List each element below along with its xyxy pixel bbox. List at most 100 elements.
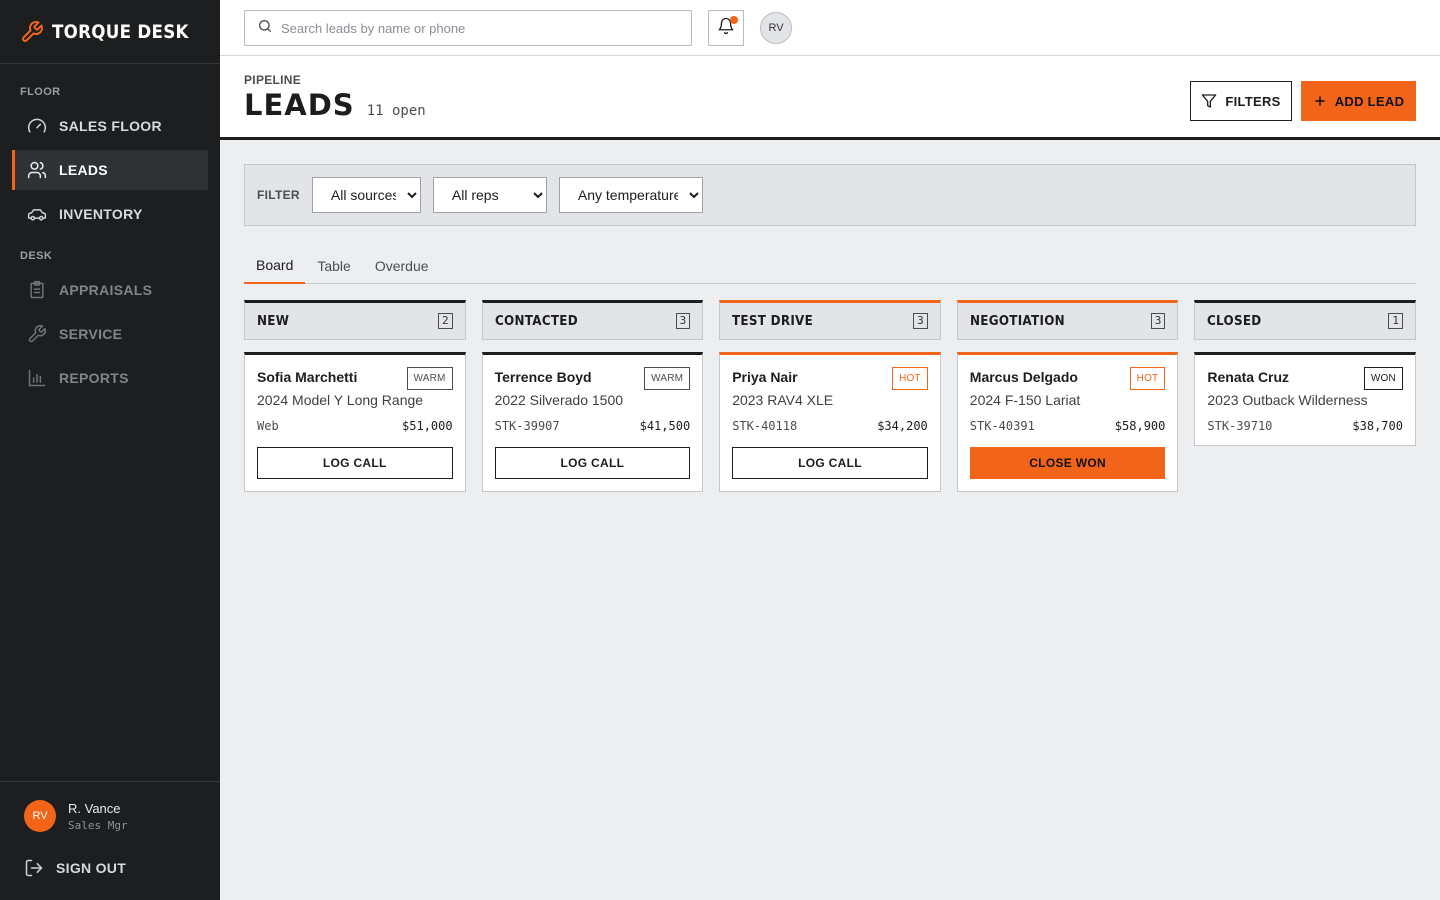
search-icon xyxy=(257,18,273,39)
pipeline-board: NEW 2 Sofia Marchetti WARM 2024 Model Y … xyxy=(244,300,1416,492)
lead-card[interactable]: Sofia Marchetti WARM 2024 Model Y Long R… xyxy=(244,352,466,492)
deal-value: $41,500 xyxy=(639,419,691,433)
sign-out-button[interactable]: SIGN OUT xyxy=(0,844,220,892)
close-won-button[interactable]: CLOSE WON xyxy=(969,447,1166,479)
filters-label: FILTERS xyxy=(1225,93,1281,109)
tab-table[interactable]: Table xyxy=(305,248,362,284)
stock-number: STK-40391 xyxy=(969,419,1035,433)
add-lead-button[interactable]: ADD LEAD xyxy=(1301,81,1416,121)
stock-number: STK-39907 xyxy=(494,419,560,433)
vehicle: 2023 Outback Wilderness xyxy=(1207,392,1368,408)
log-call-button[interactable]: LOG CALL xyxy=(732,447,928,479)
bar-chart-icon xyxy=(27,368,47,388)
column-header: NEGOTIATION 3 xyxy=(956,300,1179,340)
temperature-badge: HOT xyxy=(892,367,928,390)
search-box[interactable] xyxy=(244,10,692,46)
log-out-icon xyxy=(24,858,44,878)
sidebar-item-label: LEADS xyxy=(59,162,108,178)
avatar[interactable]: RV xyxy=(760,12,792,44)
filter-icon xyxy=(1201,93,1217,109)
sidebar-item-appraisals[interactable]: APPRAISALS xyxy=(12,270,208,310)
sidebar-item-label: SERVICE xyxy=(59,326,123,342)
deal-value: $58,900 xyxy=(1114,419,1166,433)
search-input[interactable] xyxy=(281,20,681,36)
lead-card[interactable]: Priya Nair HOT 2023 RAV4 XLE STK-40118 $… xyxy=(719,352,941,492)
sidebar: TORQUE DESK FLOOR SALES FLOOR LEADS INVE… xyxy=(0,0,220,900)
column-contacted: CONTACTED 3 Terrence Boyd WARM 2022 Silv… xyxy=(481,300,704,492)
avatar: RV xyxy=(24,800,56,832)
column-count: 3 xyxy=(913,313,928,329)
temperature-badge: HOT xyxy=(1129,367,1166,390)
vehicle: 2024 F-150 Lariat xyxy=(969,392,1081,408)
clipboard-icon xyxy=(27,280,47,300)
users-icon xyxy=(27,160,47,180)
user-name: R. Vance xyxy=(68,800,121,816)
sidebar-footer: RV R. Vance Sales Mgr SIGN OUT xyxy=(0,781,220,900)
notifications-button[interactable] xyxy=(708,10,744,46)
lead-name: Renata Cruz xyxy=(1207,369,1290,385)
brand-name: TORQUE DESK xyxy=(52,20,189,43)
temperature-badge: WARM xyxy=(644,367,691,390)
column-closed: CLOSED 1 Renata Cruz WON 2023 Outback Wi… xyxy=(1194,300,1416,492)
vehicle: 2022 Silverado 1500 xyxy=(494,392,624,408)
filters-button[interactable]: FILTERS xyxy=(1190,81,1292,121)
sidebar-item-label: INVENTORY xyxy=(59,206,143,222)
vehicle: 2024 Model Y Long Range xyxy=(257,392,424,408)
sidebar-item-inventory[interactable]: INVENTORY xyxy=(12,194,208,234)
sidebar-item-label: SALES FLOOR xyxy=(59,118,162,134)
column-count: 2 xyxy=(437,313,453,329)
deal-value: $51,000 xyxy=(402,419,453,433)
plus-icon xyxy=(1313,94,1327,108)
breadcrumb: PIPELINE xyxy=(244,73,302,87)
column-count: 1 xyxy=(1388,313,1403,329)
column-count: 3 xyxy=(1150,313,1166,329)
column-new: NEW 2 Sofia Marchetti WARM 2024 Model Y … xyxy=(244,300,466,492)
user-profile[interactable]: RV R. Vance Sales Mgr xyxy=(0,782,220,844)
tab-board[interactable]: Board xyxy=(244,248,306,284)
page-header: PIPELINE LEADS 11 open FILTERS ADD LEAD xyxy=(220,56,1440,140)
sidebar-item-reports[interactable]: REPORTS xyxy=(12,358,208,398)
temperature-badge: WARM xyxy=(406,367,453,390)
rep-select[interactable]: All reps xyxy=(432,177,547,213)
stock-number: STK-40118 xyxy=(732,419,798,433)
sidebar-item-label: APPRAISALS xyxy=(59,282,153,298)
lead-name: Sofia Marchetti xyxy=(257,369,358,385)
notification-dot xyxy=(730,16,738,24)
gauge-icon xyxy=(27,116,47,136)
car-icon xyxy=(27,204,47,224)
column-negotiation: NEGOTIATION 3 Marcus Delgado HOT 2024 F-… xyxy=(956,300,1179,492)
lead-name: Marcus Delgado xyxy=(969,369,1078,385)
lead-name: Terrence Boyd xyxy=(494,369,592,385)
source-select[interactable]: All sources xyxy=(311,177,421,213)
brand[interactable]: TORQUE DESK xyxy=(0,0,220,64)
sidebar-item-service[interactable]: SERVICE xyxy=(12,314,208,354)
lead-name: Priya Nair xyxy=(732,369,798,385)
wrench-logo-icon xyxy=(20,20,44,44)
column-count: 3 xyxy=(675,313,691,329)
status-badge: WON xyxy=(1363,367,1403,390)
column-header: NEW 2 xyxy=(244,300,466,340)
wrench-icon xyxy=(27,324,47,344)
page-title: LEADS xyxy=(244,88,355,122)
sidebar-item-label: REPORTS xyxy=(59,370,129,386)
open-count: 11 open xyxy=(366,103,426,119)
filter-label: FILTER xyxy=(257,188,300,202)
tab-overdue[interactable]: Overdue xyxy=(363,248,441,284)
lead-card[interactable]: Terrence Boyd WARM 2022 Silverado 1500 S… xyxy=(481,352,704,492)
column-title: CONTACTED xyxy=(494,313,578,329)
column-title: NEW xyxy=(257,313,290,329)
log-call-button[interactable]: LOG CALL xyxy=(257,447,453,479)
lead-card[interactable]: Marcus Delgado HOT 2024 F-150 Lariat STK… xyxy=(956,352,1179,492)
nav-section-desk: DESK xyxy=(20,250,53,262)
view-tabs: Board Table Overdue xyxy=(244,248,1416,284)
sidebar-item-leads[interactable]: LEADS xyxy=(12,150,208,190)
sidebar-item-sales-floor[interactable]: SALES FLOOR xyxy=(12,106,208,146)
column-header: TEST DRIVE 3 xyxy=(719,300,941,340)
log-call-button[interactable]: LOG CALL xyxy=(494,447,691,479)
temperature-select[interactable]: Any temperature xyxy=(558,177,703,213)
deal-value: $38,700 xyxy=(1352,419,1403,433)
deal-value: $34,200 xyxy=(877,419,928,433)
column-title: CLOSED xyxy=(1207,313,1262,329)
column-title: TEST DRIVE xyxy=(732,313,814,329)
lead-card[interactable]: Renata Cruz WON 2023 Outback Wilderness … xyxy=(1194,352,1416,446)
